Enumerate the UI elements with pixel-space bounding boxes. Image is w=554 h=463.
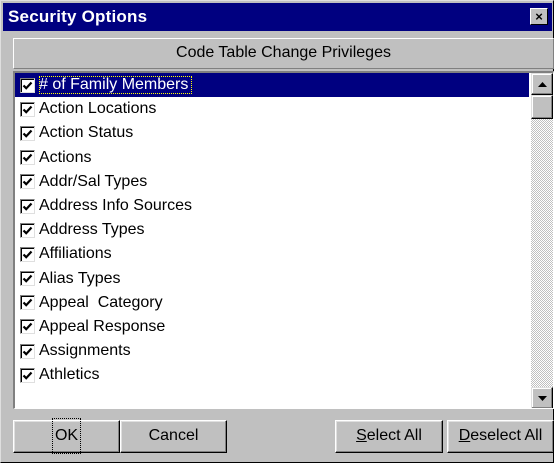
arrow-up-icon — [537, 81, 547, 87]
item-checkbox[interactable] — [20, 198, 35, 214]
vertical-scrollbar[interactable] — [531, 73, 553, 408]
list-item[interactable]: Action Locations — [15, 97, 529, 121]
privileges-list: # of Family Members Action Locations Actio… — [13, 71, 554, 409]
item-checkbox[interactable] — [20, 343, 35, 359]
check-icon — [22, 274, 33, 283]
item-checkbox[interactable] — [20, 222, 35, 238]
list-item-label: Address Info Sources — [39, 197, 192, 215]
arrow-down-icon — [537, 395, 547, 401]
security-options-dialog: Security Options × Code Table Change Pri… — [0, 0, 554, 463]
title-bar[interactable]: Security Options × — [3, 3, 552, 31]
check-icon — [22, 323, 33, 332]
ok-button[interactable]: OK — [13, 418, 120, 454]
select-all-mnemonic: S — [356, 427, 367, 444]
select-all-button[interactable]: Select All — [335, 420, 443, 453]
list-item[interactable]: Appeal Response — [15, 315, 529, 339]
list-item-label: Action Status — [39, 124, 134, 142]
item-checkbox[interactable] — [20, 319, 35, 335]
check-icon — [22, 178, 33, 187]
ok-button-label: OK — [51, 418, 82, 454]
check-icon — [22, 226, 33, 235]
scroll-up-button[interactable] — [531, 73, 553, 95]
deselect-all-label: eselect All — [470, 427, 543, 444]
item-checkbox[interactable] — [20, 271, 35, 287]
list-item-label: # of Family Members — [39, 76, 193, 95]
list-item[interactable]: Athletics — [15, 363, 529, 387]
item-checkbox[interactable] — [20, 125, 35, 141]
check-icon — [22, 153, 33, 162]
check-icon — [22, 105, 33, 114]
list-item[interactable]: Address Info Sources — [15, 194, 529, 218]
select-all-label: elect All — [366, 427, 422, 444]
list-item[interactable]: Address Types — [15, 218, 529, 242]
list-item-label: Actions — [39, 148, 92, 166]
check-icon — [22, 129, 33, 138]
list-item[interactable]: # of Family Members — [15, 73, 529, 98]
close-icon: × — [535, 9, 543, 24]
list-item[interactable]: Alias Types — [15, 267, 529, 291]
scroll-thumb[interactable] — [531, 95, 553, 119]
list-header: Code Table Change Privileges — [13, 38, 554, 69]
list-item[interactable]: Appeal Category — [15, 291, 529, 315]
item-checkbox[interactable] — [20, 150, 35, 166]
list-item-label: Appeal Category — [39, 293, 163, 311]
item-checkbox[interactable] — [20, 295, 35, 311]
item-checkbox[interactable] — [20, 174, 35, 190]
check-icon — [22, 81, 33, 90]
list-item-label: Appeal Response — [39, 317, 166, 335]
list-item[interactable]: Affiliations — [15, 242, 529, 266]
close-button[interactable]: × — [530, 8, 548, 25]
list-item-label: Alias Types — [39, 269, 121, 287]
check-icon — [22, 250, 33, 259]
item-checkbox[interactable] — [20, 101, 35, 117]
check-icon — [22, 371, 33, 380]
check-icon — [22, 347, 33, 356]
cancel-button[interactable]: Cancel — [120, 420, 227, 453]
privileges-list-items: # of Family Members Action Locations Actio… — [15, 73, 529, 408]
check-icon — [22, 299, 33, 308]
list-item-label: Address Types — [39, 221, 145, 239]
cancel-button-label: Cancel — [148, 427, 199, 444]
list-item-label: Action Locations — [39, 100, 157, 118]
list-item-label: Assignments — [39, 342, 131, 360]
check-icon — [22, 202, 33, 211]
dialog-title: Security Options — [8, 7, 148, 26]
list-item-label: Affiliations — [39, 245, 112, 263]
list-item[interactable]: Action Status — [15, 121, 529, 145]
deselect-all-mnemonic: D — [458, 427, 471, 444]
item-checkbox[interactable] — [20, 77, 35, 93]
item-checkbox[interactable] — [20, 367, 35, 383]
list-item[interactable]: Actions — [15, 146, 529, 170]
list-item[interactable]: Addr/Sal Types — [15, 170, 529, 194]
deselect-all-button[interactable]: Deselect All — [447, 420, 554, 453]
item-checkbox[interactable] — [20, 246, 35, 262]
list-item-label: Addr/Sal Types — [39, 172, 148, 190]
list-item-label: Athletics — [39, 366, 100, 384]
scroll-down-button[interactable] — [531, 387, 553, 408]
list-item[interactable]: Assignments — [15, 339, 529, 363]
